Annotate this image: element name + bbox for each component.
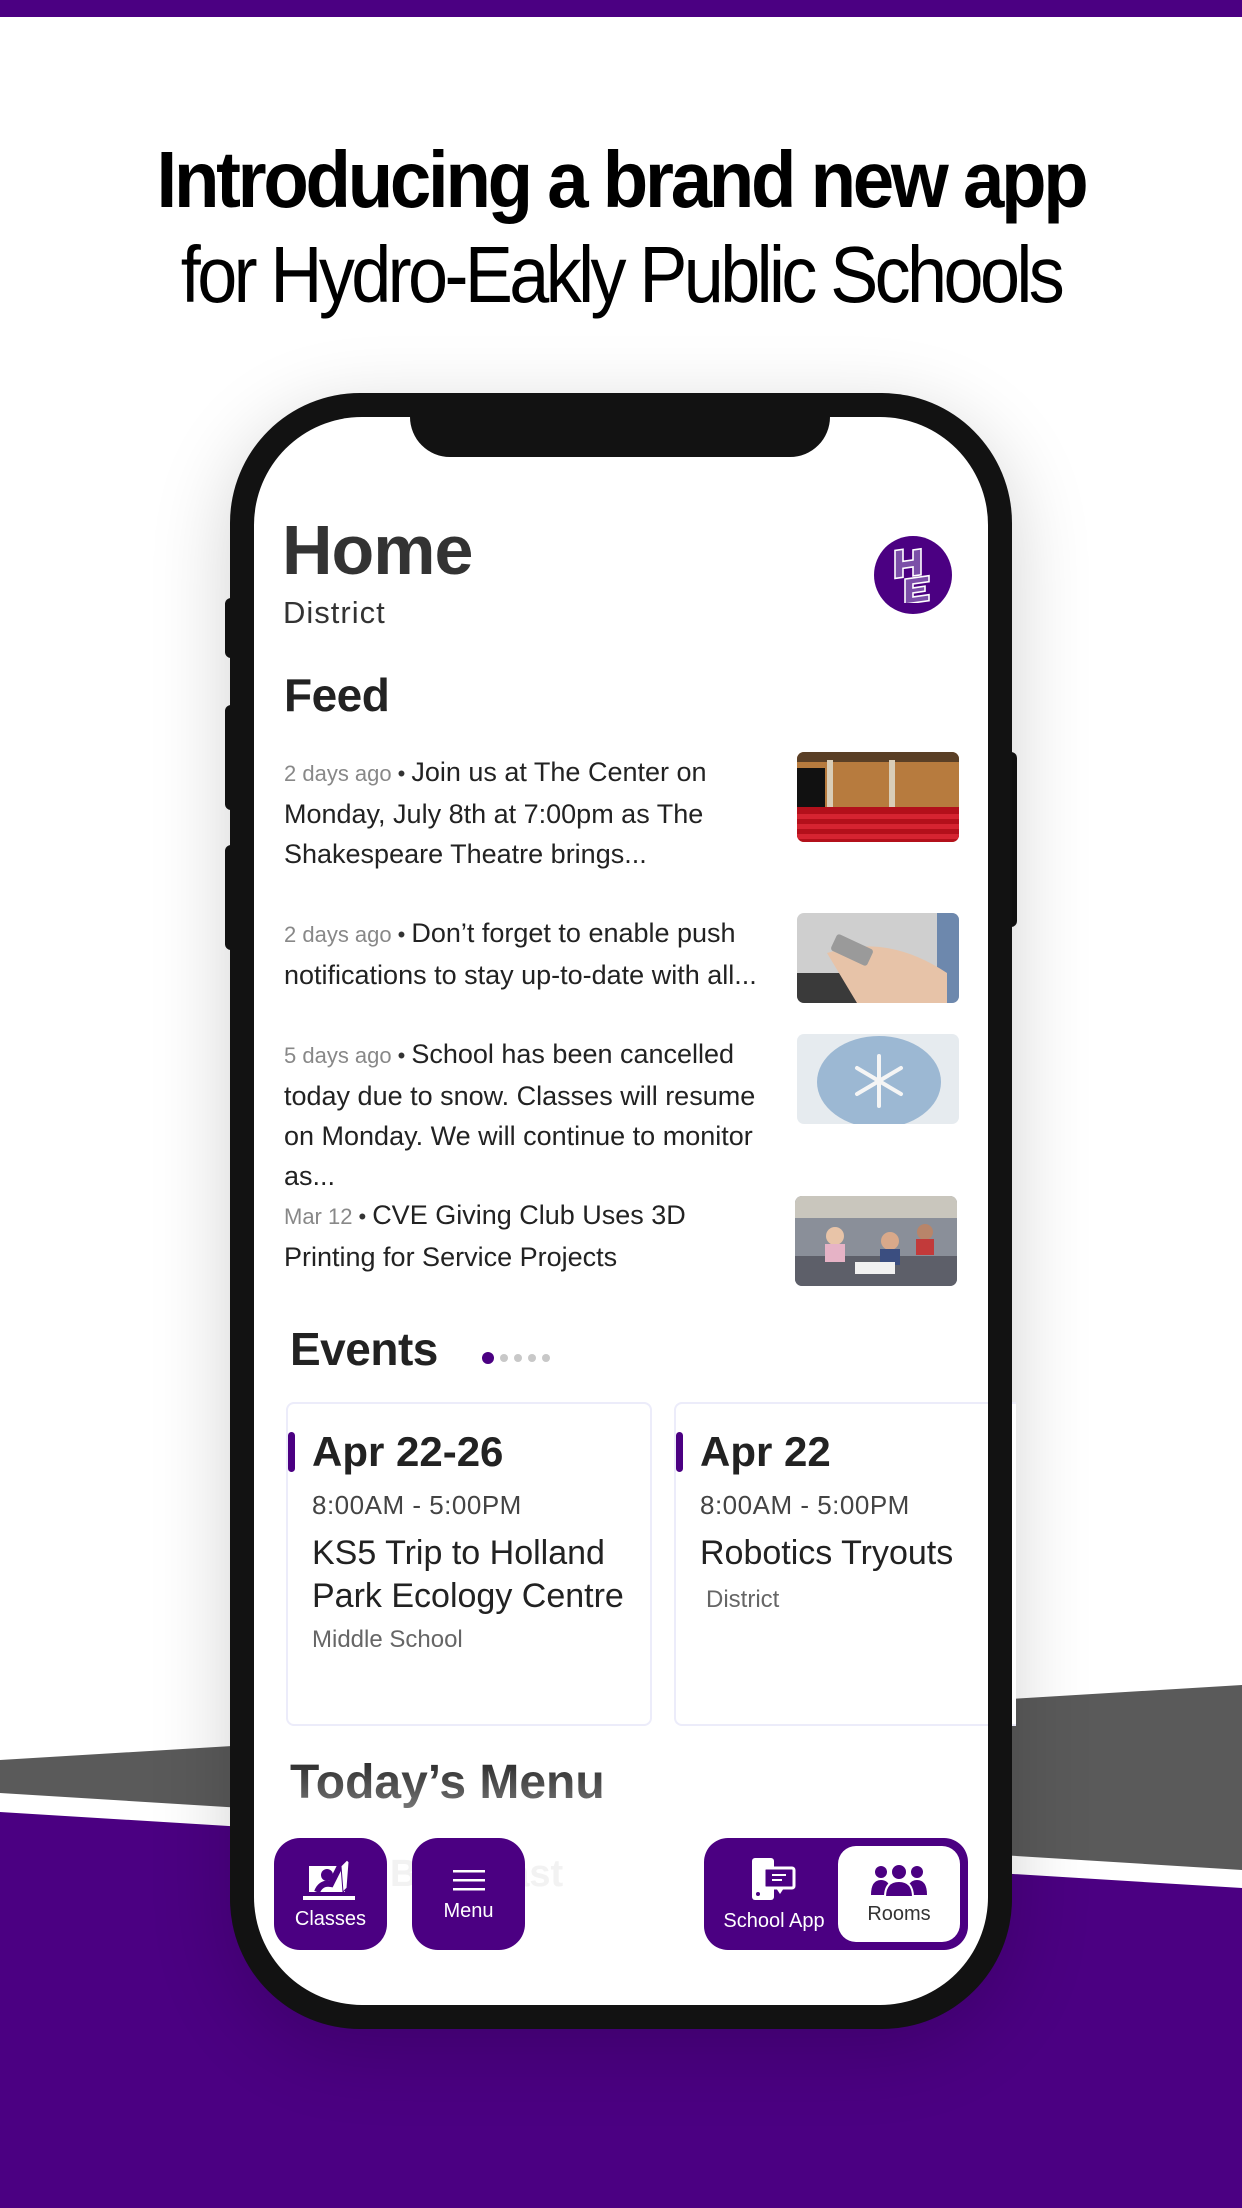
- phone-frame-right-edge: [988, 1380, 1012, 1740]
- feed-item[interactable]: 2 days ago • Don’t forget to enable push n…: [284, 913, 784, 995]
- event-accent-bar: [288, 1432, 295, 1472]
- pager-dot[interactable]: [542, 1354, 550, 1362]
- nav-classes-button[interactable]: Classes: [274, 1838, 387, 1950]
- theatre-seats-image: [797, 752, 959, 842]
- event-accent-bar: [676, 1432, 683, 1472]
- hamburger-menu-icon: [452, 1869, 485, 1890]
- separator-dot: •: [358, 1204, 367, 1229]
- event-time: 8:00AM - 5:00PM: [700, 1490, 910, 1520]
- separator-dot: •: [397, 922, 406, 947]
- nav-menu-label: Menu: [443, 1899, 494, 1922]
- pager-dot[interactable]: [500, 1354, 508, 1362]
- nav-rooms-label: Rooms: [867, 1902, 931, 1925]
- feed-item[interactable]: 2 days ago • Join us at The Center on Mond…: [284, 752, 784, 874]
- pager-dot[interactable]: [528, 1354, 536, 1362]
- top-accent-bar: [0, 0, 1242, 17]
- phone-in-hand-image: [797, 913, 959, 1003]
- feed-thumbnail-classroom[interactable]: [795, 1196, 957, 1286]
- events-section-title: Events: [290, 1323, 438, 1375]
- snowflake-mittens-image: [797, 1034, 959, 1124]
- nav-classes-label: Classes: [294, 1907, 367, 1930]
- event-time: 8:00AM - 5:00PM: [312, 1490, 522, 1520]
- event-card[interactable]: Apr 22-26 8:00AM - 5:00PM KS5 Trip to Ho…: [286, 1402, 652, 1726]
- feed-item-timestamp: Mar 12: [284, 1204, 353, 1229]
- feed-item[interactable]: 5 days ago • School has been cancelled tod…: [284, 1034, 784, 1196]
- event-date: Apr 22: [700, 1428, 831, 1475]
- page-title: Home: [282, 511, 473, 589]
- menu-section-title: Today’s Menu: [290, 1756, 605, 1809]
- events-pager[interactable]: [482, 1352, 550, 1364]
- promo-headline: Introducing a brand new app for Hydro-Ea…: [0, 130, 1242, 320]
- feed-item[interactable]: Mar 12 • CVE Giving Club Uses 3D Printing …: [284, 1195, 784, 1277]
- phone-notch: [410, 417, 830, 457]
- feed-section-title: Feed: [284, 669, 390, 721]
- event-date: Apr 22-26: [312, 1428, 504, 1475]
- classroom-kids-image: [795, 1196, 957, 1286]
- nav-rooms-button[interactable]: Rooms: [838, 1846, 960, 1942]
- group-people-icon: [871, 1862, 927, 1897]
- feed-item-timestamp: 2 days ago: [284, 922, 392, 947]
- feed-item-timestamp: 2 days ago: [284, 761, 392, 786]
- pager-dot-active[interactable]: [482, 1352, 494, 1364]
- separator-dot: •: [397, 1043, 406, 1068]
- event-location: District: [706, 1586, 780, 1613]
- feed-thumbnail-theatre[interactable]: [797, 752, 959, 842]
- headline-line-1: Introducing a brand new app: [156, 135, 1089, 224]
- nav-menu-button[interactable]: Menu: [412, 1838, 525, 1950]
- nav-segmented-control: School App Rooms: [704, 1838, 968, 1950]
- event-name: KS5 Trip to Holland Park Ecology Centre: [312, 1534, 624, 1615]
- nav-school-app-label: School App: [723, 1909, 825, 1932]
- school-logo-avatar[interactable]: [874, 536, 952, 614]
- he-logo-icon: [894, 547, 930, 603]
- feed-thumbnail-phone[interactable]: [797, 913, 959, 1003]
- feed-thumbnail-snow[interactable]: [797, 1034, 959, 1124]
- event-card[interactable]: Apr 22 8:00AM - 5:00PM Robotics Tryouts …: [674, 1402, 1016, 1726]
- pager-dot[interactable]: [514, 1354, 522, 1362]
- page-subtitle: District: [283, 595, 386, 630]
- feed-item-timestamp: 5 days ago: [284, 1043, 392, 1068]
- phone-chat-icon: [752, 1857, 796, 1900]
- raised-hand-classroom-icon: [302, 1858, 355, 1900]
- separator-dot: •: [397, 761, 406, 786]
- headline-line-2: for Hydro-Eakly Public Schools: [180, 230, 1065, 319]
- nav-school-app-button[interactable]: School App: [712, 1838, 836, 1950]
- event-location: Middle School: [312, 1626, 463, 1653]
